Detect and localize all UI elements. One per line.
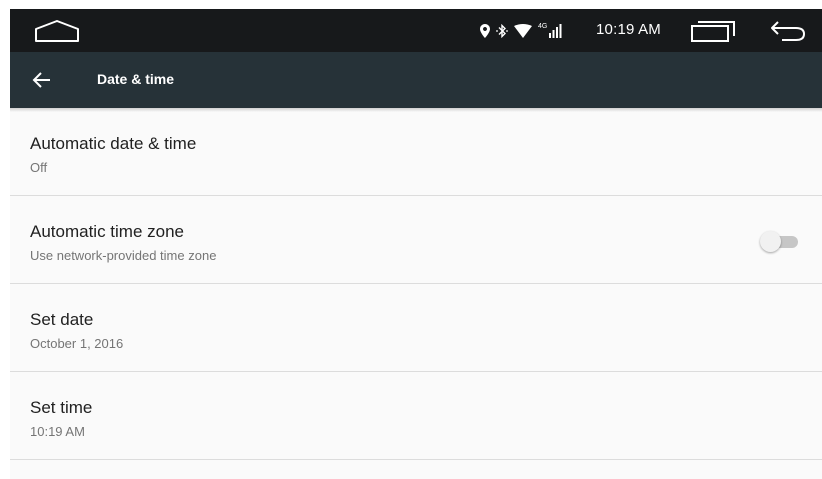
location-icon xyxy=(480,24,490,38)
back-icon[interactable] xyxy=(768,19,808,43)
device-screen: 4G 10:19 AM Date & time Automatic date &… xyxy=(10,9,822,479)
time-zone-toggle[interactable] xyxy=(760,231,802,252)
setting-set-time[interactable]: Set time 10:19 AM xyxy=(10,372,822,460)
setting-set-date[interactable]: Set date October 1, 2016 xyxy=(10,284,822,372)
status-clock: 10:19 AM xyxy=(596,21,661,38)
arrow-back-icon[interactable] xyxy=(30,68,54,92)
status-bar: 4G 10:19 AM xyxy=(10,9,822,52)
setting-title: Automatic date & time xyxy=(30,134,197,153)
setting-summary: 10:19 AM xyxy=(30,424,85,439)
toggle-thumb xyxy=(760,231,781,252)
setting-title: Set time xyxy=(30,398,93,417)
setting-title: Set date xyxy=(30,310,94,329)
setting-summary: Off xyxy=(30,160,48,175)
setting-summary: Use network-provided time zone xyxy=(30,248,217,263)
setting-automatic-date-time[interactable]: Automatic date & time Off xyxy=(10,108,822,196)
settings-list: Automatic date & time Off Automatic time… xyxy=(10,108,822,460)
setting-title: Automatic time zone xyxy=(30,222,185,241)
setting-summary: October 1, 2016 xyxy=(30,336,124,351)
page-title: Date & time xyxy=(97,71,175,87)
toolbar-shadow xyxy=(10,108,822,112)
toolbar: Date & time xyxy=(10,52,822,108)
setting-automatic-time-zone[interactable]: Automatic time zone Use network-provided… xyxy=(10,196,822,284)
status-icons: 4G xyxy=(480,20,562,42)
recents-icon[interactable] xyxy=(688,19,738,43)
4g-icon: 4G xyxy=(538,23,548,30)
home-icon[interactable] xyxy=(34,19,80,43)
wifi-icon xyxy=(514,24,532,38)
bluetooth-icon xyxy=(496,24,508,38)
cell-signal-icon xyxy=(549,24,562,38)
